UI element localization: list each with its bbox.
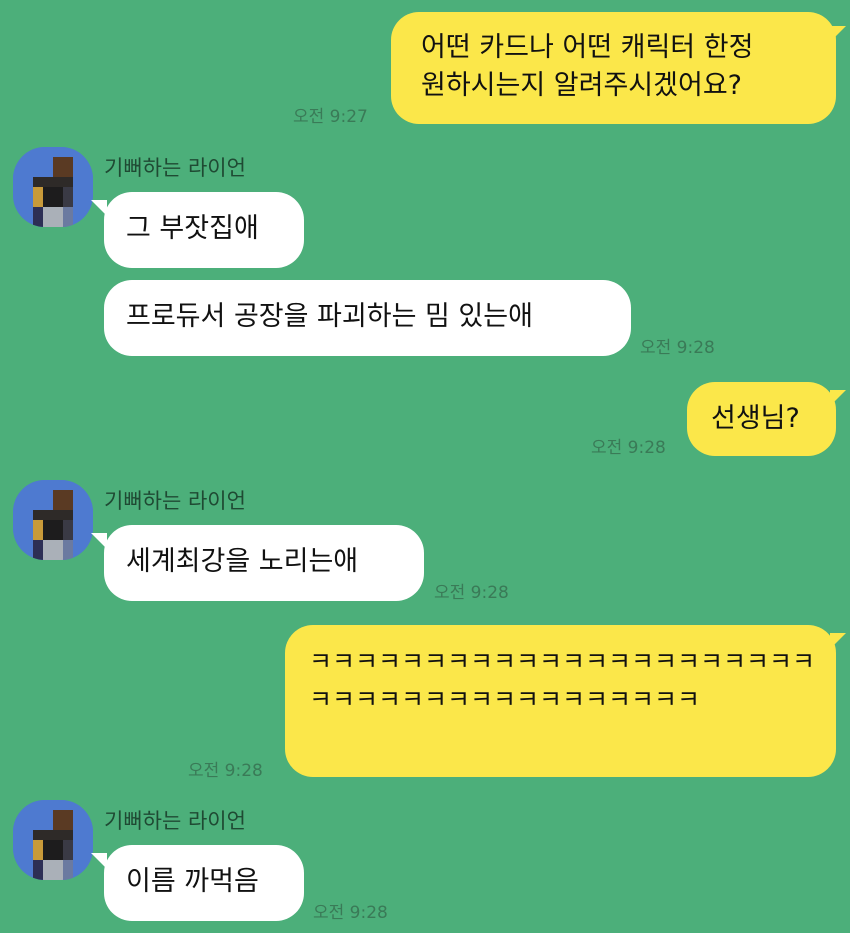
message-time: 오전 9:28 [434, 583, 509, 603]
my-message-bubble[interactable]: ㅋㅋㅋㅋㅋㅋㅋㅋㅋㅋㅋㅋㅋㅋㅋㅋㅋㅋㅋㅋㅋㅋㅋㅋㅋㅋㅋㅋㅋㅋㅋㅋㅋㅋㅋㅋㅋㅋㅋ [285, 625, 836, 777]
pixelated-avatar-icon[interactable] [13, 480, 93, 560]
sender-name: 기뻐하는 라이언 [104, 156, 246, 180]
bubble-tail [830, 633, 846, 649]
message-time: 오전 9:28 [591, 438, 666, 458]
message-time: 오전 9:28 [313, 903, 388, 923]
message-time: 오전 9:28 [640, 338, 715, 358]
message-time: 오전 9:27 [293, 107, 368, 127]
their-message-bubble[interactable]: 이름 까먹음 [104, 845, 304, 921]
sender-name: 기뻐하는 라이언 [104, 809, 246, 833]
bubble-tail [91, 853, 107, 869]
their-message-bubble[interactable]: 그 부잣집애 [104, 192, 304, 268]
bubble-tail [830, 26, 846, 42]
message-time: 오전 9:28 [188, 761, 263, 781]
my-message-bubble[interactable]: 선생님? [687, 382, 836, 456]
bubble-tail [91, 533, 107, 549]
sender-name: 기뻐하는 라이언 [104, 489, 246, 513]
their-message-bubble[interactable]: 프로듀서 공장을 파괴하는 밈 있는애 [104, 280, 631, 356]
pixelated-avatar-icon[interactable] [13, 147, 93, 227]
bubble-tail [830, 390, 846, 406]
their-message-bubble[interactable]: 세계최강을 노리는애 [104, 525, 424, 601]
bubble-tail [91, 200, 107, 216]
pixelated-avatar-icon[interactable] [13, 800, 93, 880]
my-message-bubble[interactable]: 어떤 카드나 어떤 캐릭터 한정 원하시는지 알려주시겠어요? [391, 12, 836, 124]
